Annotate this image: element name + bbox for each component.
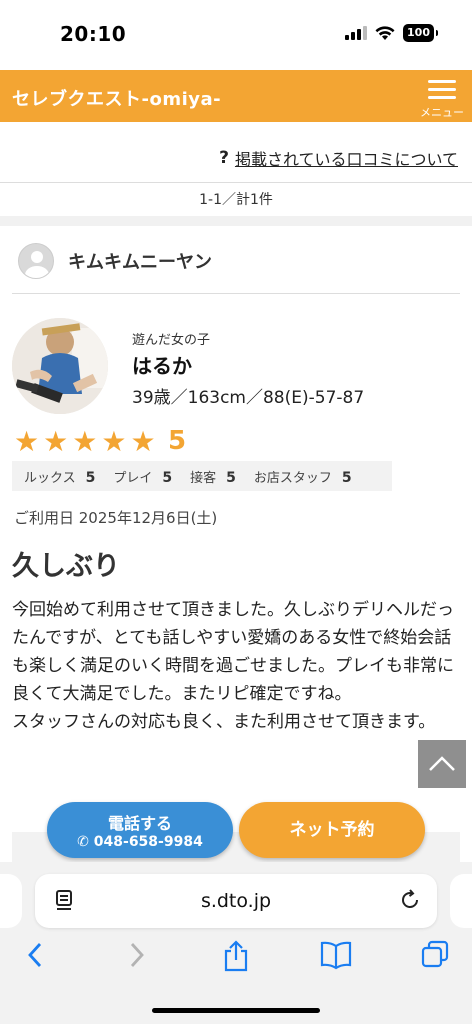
- question-icon: ?: [219, 148, 229, 168]
- call-button[interactable]: 電話する ✆ 048-658-9984: [47, 802, 233, 858]
- review-info-text[interactable]: 掲載されている口コミについて: [235, 146, 458, 170]
- sub-rating-play: プレイ 5: [113, 469, 173, 486]
- hamburger-icon-bar: [428, 96, 456, 99]
- review-info-link[interactable]: ? 掲載されている口コミについて: [219, 146, 458, 170]
- girl-photo[interactable]: [12, 318, 108, 414]
- status-icons: 100: [345, 24, 438, 42]
- wifi-icon: [375, 25, 395, 40]
- home-indicator: [152, 1008, 320, 1013]
- menu-label: メニュー: [420, 106, 464, 119]
- divider: [0, 182, 472, 183]
- cellular-signal-icon: [345, 26, 368, 40]
- result-count: 1-1／計1件: [199, 192, 273, 208]
- url-text: s.dto.jp: [200, 890, 272, 912]
- scroll-to-top-button[interactable]: [418, 740, 466, 788]
- previous-tab-preview[interactable]: [0, 874, 22, 928]
- next-tab-preview[interactable]: [450, 874, 472, 928]
- reload-icon[interactable]: [399, 889, 421, 911]
- star-icon: ★: [72, 425, 98, 458]
- user-avatar-icon: [18, 243, 54, 279]
- reviewer-name: キムキムニーヤン: [68, 252, 212, 273]
- girl-name[interactable]: はるか: [132, 350, 192, 379]
- star-rating: ★ ★ ★ ★ ★: [14, 428, 156, 456]
- star-icon: ★: [43, 425, 69, 458]
- star-icon: ★: [101, 425, 127, 458]
- divider: [12, 293, 460, 294]
- star-icon: ★: [130, 425, 156, 458]
- browser-toolbar: [0, 940, 472, 974]
- sub-rating-looks: ルックス 5: [24, 469, 96, 486]
- section-separator: [0, 216, 472, 226]
- star-icon: ★: [14, 425, 40, 458]
- sub-ratings: ルックス 5 プレイ 5 接客 5 お店スタッフ 5: [12, 461, 392, 491]
- review-title: 久しぶり: [12, 551, 120, 582]
- girl-label: 遊んだ女の子: [132, 333, 211, 348]
- forward-icon[interactable]: [126, 940, 148, 970]
- sub-rating-service: 接客 5: [190, 469, 236, 486]
- battery-indicator: 100: [403, 24, 438, 42]
- hamburger-icon-bar: [428, 80, 456, 83]
- address-bar[interactable]: s.dto.jp: [35, 874, 437, 928]
- reviewer: キムキムニーヤン: [18, 243, 212, 279]
- call-number: ✆ 048-658-9984: [77, 834, 203, 850]
- bookmarks-icon[interactable]: [320, 940, 352, 970]
- girl-profile: 39歳／163cm／88(E)-57-87: [132, 388, 365, 408]
- menu-button[interactable]: メニュー: [412, 70, 472, 122]
- visit-date: ご利用日 2025年12月6日(土): [14, 509, 218, 527]
- chevron-up-icon: [429, 756, 455, 771]
- share-icon[interactable]: [222, 940, 250, 972]
- net-reserve-button[interactable]: ネット予約: [239, 802, 425, 858]
- hamburger-icon-bar: [428, 88, 456, 91]
- shop-title[interactable]: セレブクエスト-omiya-: [12, 85, 221, 111]
- status-bar: 20:10 100: [0, 0, 472, 70]
- sub-rating-staff: お店スタッフ 5: [253, 469, 352, 486]
- status-time: 20:10: [60, 22, 127, 46]
- call-label: 電話する: [107, 814, 172, 833]
- browser-chrome: s.dto.jp: [0, 862, 472, 1024]
- app-header: セレブクエスト-omiya- メニュー: [0, 70, 472, 122]
- rating-value: 5: [168, 426, 187, 456]
- tabs-icon[interactable]: [420, 940, 450, 970]
- back-icon[interactable]: [24, 940, 46, 970]
- phone-icon: ✆: [77, 834, 89, 850]
- review-body: 今回始めて利用させて頂きました。久しぶりデリヘルだったんですが、とても話しやすい…: [12, 600, 454, 732]
